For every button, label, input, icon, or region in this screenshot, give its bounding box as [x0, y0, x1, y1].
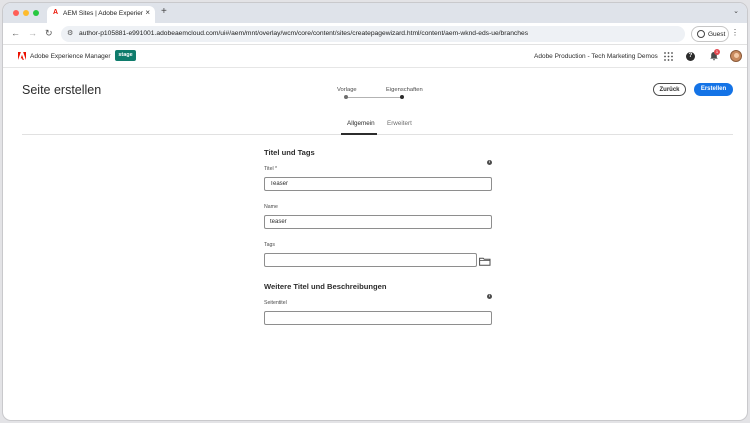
- info-icon[interactable]: i: [487, 160, 492, 165]
- step-dot-template: [344, 95, 348, 99]
- organization-switcher[interactable]: Adobe Production - Tech Marketing Demos: [534, 53, 658, 60]
- notification-count-badge: 1: [714, 49, 720, 55]
- page-title-field-label: Seitentitel: [264, 300, 287, 306]
- avatar[interactable]: [730, 50, 742, 62]
- window-close-button[interactable]: [13, 10, 19, 16]
- browser-window: A AEM Sites | Adobe Experience × + ⌄ ← →…: [2, 2, 748, 421]
- browser-tab-active[interactable]: A AEM Sites | Adobe Experience ×: [47, 6, 155, 23]
- window-maximize-button[interactable]: [33, 10, 39, 16]
- tab-close-icon[interactable]: ×: [145, 8, 150, 17]
- section-title-more-titles: Weitere Titel und Beschreibungen: [264, 282, 387, 291]
- section-title-title-and-tags: Titel und Tags: [264, 148, 315, 157]
- url-text: author-p105881-e991001.adobeaemcloud.com…: [79, 30, 529, 37]
- tab-search-icon[interactable]: ⌄: [733, 7, 739, 15]
- apps-grid-icon[interactable]: [664, 52, 673, 61]
- aem-shell-header: Adobe Experience Manager stage Adobe Pro…: [3, 45, 747, 68]
- active-tab-indicator: [341, 133, 377, 135]
- tab-title: AEM Sites | Adobe Experience: [63, 10, 143, 17]
- back-arrow-icon[interactable]: ←: [11, 28, 20, 38]
- profile-icon: [697, 30, 705, 38]
- step-dot-properties: [400, 95, 404, 99]
- step-label-template: Vorlage: [337, 87, 357, 93]
- page-title-input[interactable]: [264, 311, 492, 325]
- step-progress-line: [346, 97, 402, 98]
- tags-field-label: Tags: [264, 242, 275, 248]
- forward-arrow-icon[interactable]: →: [28, 28, 37, 38]
- create-button[interactable]: Erstellen: [694, 83, 733, 96]
- browser-toolbar: ← → ↻ ⚙ author-p105881-e991001.adobeaemc…: [3, 23, 747, 45]
- title-input[interactable]: [264, 177, 492, 191]
- new-tab-button[interactable]: +: [161, 6, 167, 17]
- profile-button[interactable]: Guest: [691, 26, 729, 42]
- name-input[interactable]: [264, 215, 492, 229]
- title-field-label: Titel *: [264, 166, 278, 172]
- address-bar[interactable]: ⚙ author-p105881-e991001.adobeaemcloud.c…: [61, 26, 685, 42]
- page-title: Seite erstellen: [22, 83, 102, 97]
- tabs-divider: [22, 134, 733, 135]
- folder-icon[interactable]: [479, 257, 491, 266]
- adobe-logo-icon[interactable]: [18, 52, 26, 60]
- info-icon[interactable]: i: [487, 294, 492, 299]
- reload-icon[interactable]: ↻: [45, 28, 53, 39]
- tab-strip: A AEM Sites | Adobe Experience × + ⌄: [3, 3, 747, 23]
- adobe-favicon-icon: A: [53, 9, 59, 16]
- environment-badge: stage: [115, 50, 136, 61]
- back-button[interactable]: Zurück: [653, 83, 686, 96]
- help-icon[interactable]: ?: [686, 52, 695, 61]
- profile-label: Guest: [708, 31, 726, 38]
- app-name[interactable]: Adobe Experience Manager: [30, 53, 111, 60]
- step-label-properties: Eigenschaften: [386, 87, 423, 93]
- window-minimize-button[interactable]: [23, 10, 29, 16]
- browser-menu-icon[interactable]: ⋮: [731, 28, 739, 37]
- tags-input[interactable]: [264, 253, 477, 267]
- tab-general[interactable]: Allgemein: [347, 120, 375, 127]
- name-field-label: Name: [264, 204, 278, 210]
- site-settings-icon[interactable]: ⚙: [67, 29, 73, 37]
- tab-advanced[interactable]: Erweitert: [387, 120, 412, 127]
